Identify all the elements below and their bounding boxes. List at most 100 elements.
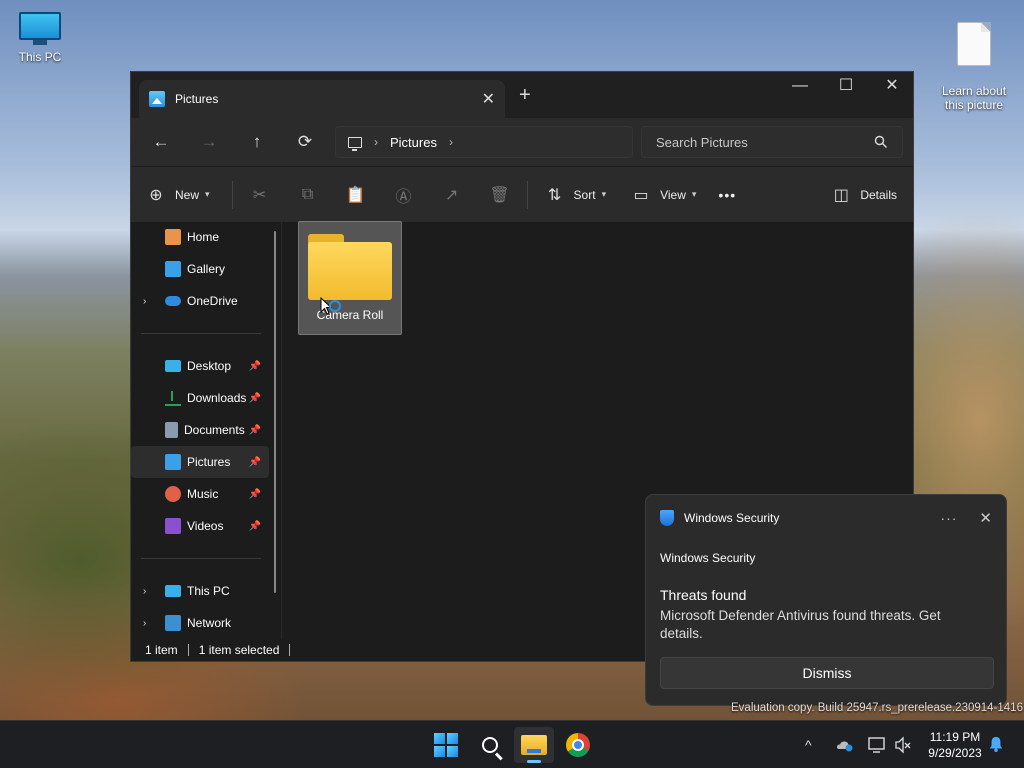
onedrive-icon[interactable] bbox=[836, 737, 854, 753]
sidebar-item-label: Pictures bbox=[187, 455, 231, 469]
tab-pictures[interactable]: Pictures ✕ bbox=[139, 80, 505, 118]
download-icon bbox=[165, 390, 181, 406]
copy-icon[interactable]: ⧉ bbox=[295, 186, 321, 204]
folder-label: Camera Roll bbox=[316, 308, 384, 322]
pin-icon: 📌 bbox=[248, 488, 261, 500]
toolbar-divider bbox=[231, 180, 233, 209]
network-status-icon[interactable] bbox=[868, 736, 886, 754]
sidebar-item-documents[interactable]: Documents 📌 bbox=[131, 414, 281, 446]
minimize-button[interactable]: — bbox=[777, 72, 823, 102]
pin-icon: 📌 bbox=[248, 360, 261, 372]
evaluation-watermark: Evaluation copy. Build 25947.rs_prerelea… bbox=[731, 702, 1023, 714]
folder-icon bbox=[521, 735, 547, 755]
sidebar-item-network[interactable]: › Network bbox=[131, 607, 281, 639]
sidebar-item-label: OneDrive bbox=[187, 294, 238, 308]
chevron-right-icon[interactable]: › bbox=[143, 586, 146, 597]
paste-icon[interactable]: 📋 bbox=[343, 185, 369, 205]
desktop-icon-label: Learn about this picture bbox=[941, 84, 1007, 112]
chevron-right-icon[interactable]: › bbox=[374, 135, 378, 149]
document-icon bbox=[165, 422, 178, 438]
refresh-button[interactable]: ⟳ bbox=[281, 132, 329, 152]
notification-bell-icon[interactable] bbox=[988, 736, 1004, 752]
chevron-down-icon: ▾ bbox=[601, 189, 607, 199]
sidebar-item-videos[interactable]: Videos 📌 bbox=[131, 510, 281, 542]
maximize-button[interactable]: ☐ bbox=[823, 72, 869, 102]
pictures-icon bbox=[165, 454, 181, 470]
search-button[interactable] bbox=[470, 727, 510, 763]
selection-count: 1 item selected bbox=[198, 643, 280, 657]
details-button[interactable]: ◫ Details bbox=[828, 185, 897, 205]
sidebar-item-this-pc[interactable]: › This PC bbox=[131, 575, 281, 607]
taskbar-file-explorer[interactable] bbox=[514, 727, 554, 763]
breadcrumb[interactable]: › Pictures › bbox=[335, 126, 633, 158]
network-icon bbox=[165, 615, 181, 631]
tab-close-icon[interactable]: ✕ bbox=[482, 89, 495, 109]
desktop-icon-this-pc[interactable]: This PC bbox=[2, 12, 78, 64]
toast-attribution: Windows Security bbox=[660, 551, 756, 565]
sidebar-item-gallery[interactable]: Gallery bbox=[131, 253, 281, 285]
new-tab-button[interactable]: + bbox=[519, 85, 531, 105]
details-pane-icon: ◫ bbox=[833, 186, 849, 204]
clock-time: 11:19 PM bbox=[929, 730, 981, 744]
search-box[interactable] bbox=[641, 126, 903, 158]
sidebar-item-desktop[interactable]: Desktop 📌 bbox=[131, 350, 281, 382]
share-icon[interactable]: ↗ bbox=[439, 185, 465, 205]
cut-icon[interactable]: ✂ bbox=[247, 185, 273, 205]
sidebar-item-home[interactable]: Home bbox=[131, 221, 281, 253]
pin-icon: 📌 bbox=[248, 456, 261, 468]
forward-button[interactable]: → bbox=[185, 132, 233, 152]
status-divider bbox=[187, 644, 189, 656]
desktop-icon bbox=[165, 360, 181, 372]
chevron-right-icon[interactable]: › bbox=[143, 296, 146, 307]
navigation-pane: Home Gallery › OneDrive Desktop 📌 Downlo… bbox=[131, 213, 281, 639]
desktop-icon-learn-about-picture[interactable]: Learn about this picture bbox=[936, 8, 1012, 112]
sidebar-item-label: Documents bbox=[184, 423, 245, 437]
sidebar-item-downloads[interactable]: Downloads 📌 bbox=[131, 382, 281, 414]
sidebar-item-label: Music bbox=[187, 487, 219, 501]
more-options-button[interactable]: ••• bbox=[718, 187, 736, 203]
sidebar-item-label: Desktop bbox=[187, 359, 232, 373]
sidebar-item-label: Home bbox=[187, 230, 220, 244]
search-input[interactable] bbox=[656, 134, 856, 150]
video-icon bbox=[165, 518, 181, 534]
up-button[interactable]: ↑ bbox=[233, 132, 281, 152]
system-clock[interactable]: 11:19 PM 9/29/2023 bbox=[920, 729, 990, 761]
sidebar-item-label: This PC bbox=[187, 584, 230, 598]
nav-divider bbox=[141, 558, 261, 559]
taskbar-chrome[interactable] bbox=[558, 727, 598, 763]
folder-item-camera-roll[interactable]: Camera Roll bbox=[298, 221, 402, 335]
sort-button[interactable]: ⇅ Sort ▾ bbox=[542, 185, 607, 205]
tab-label: Pictures bbox=[175, 92, 219, 106]
sidebar-item-onedrive[interactable]: › OneDrive bbox=[131, 285, 281, 317]
chevron-down-icon: ▾ bbox=[205, 189, 210, 199]
sidebar-item-music[interactable]: Music 📌 bbox=[131, 478, 281, 510]
this-pc-icon[interactable] bbox=[348, 136, 362, 151]
view-button[interactable]: ▭ View ▾ bbox=[628, 185, 697, 205]
pictures-icon bbox=[149, 91, 165, 107]
back-button[interactable]: ← bbox=[137, 132, 185, 152]
shield-icon bbox=[660, 510, 674, 526]
search-icon bbox=[874, 135, 887, 148]
view-label: View bbox=[660, 187, 686, 202]
delete-icon[interactable]: 🗑 bbox=[487, 185, 513, 205]
pin-icon: 📌 bbox=[248, 424, 261, 436]
music-icon bbox=[165, 486, 181, 502]
new-button[interactable]: ⊕ New ▾ bbox=[143, 185, 210, 205]
start-button[interactable] bbox=[426, 727, 466, 763]
plus-circle-icon: ⊕ bbox=[149, 186, 163, 204]
sidebar-item-label: Network bbox=[187, 616, 232, 630]
breadcrumb-pictures[interactable]: Pictures bbox=[390, 135, 437, 150]
taskbar: ^ 11:19 PM 9/29/2023 bbox=[0, 720, 1024, 768]
chevron-right-icon[interactable]: › bbox=[449, 135, 453, 149]
close-button[interactable]: ✕ bbox=[869, 72, 915, 102]
volume-muted-icon[interactable] bbox=[894, 736, 912, 754]
chevron-right-icon[interactable]: › bbox=[143, 618, 146, 629]
more-options-button[interactable]: ··· bbox=[940, 510, 957, 526]
tray-overflow-chevron-icon[interactable]: ^ bbox=[805, 721, 812, 768]
sidebar-item-pictures[interactable]: Pictures 📌 bbox=[131, 446, 269, 478]
toast-app-name: Windows Security bbox=[684, 511, 780, 525]
toast-close-button[interactable]: ✕ bbox=[979, 509, 992, 527]
chrome-icon bbox=[566, 733, 590, 757]
dismiss-button[interactable]: Dismiss bbox=[660, 657, 994, 689]
rename-icon[interactable]: Ⓐ bbox=[391, 183, 417, 207]
